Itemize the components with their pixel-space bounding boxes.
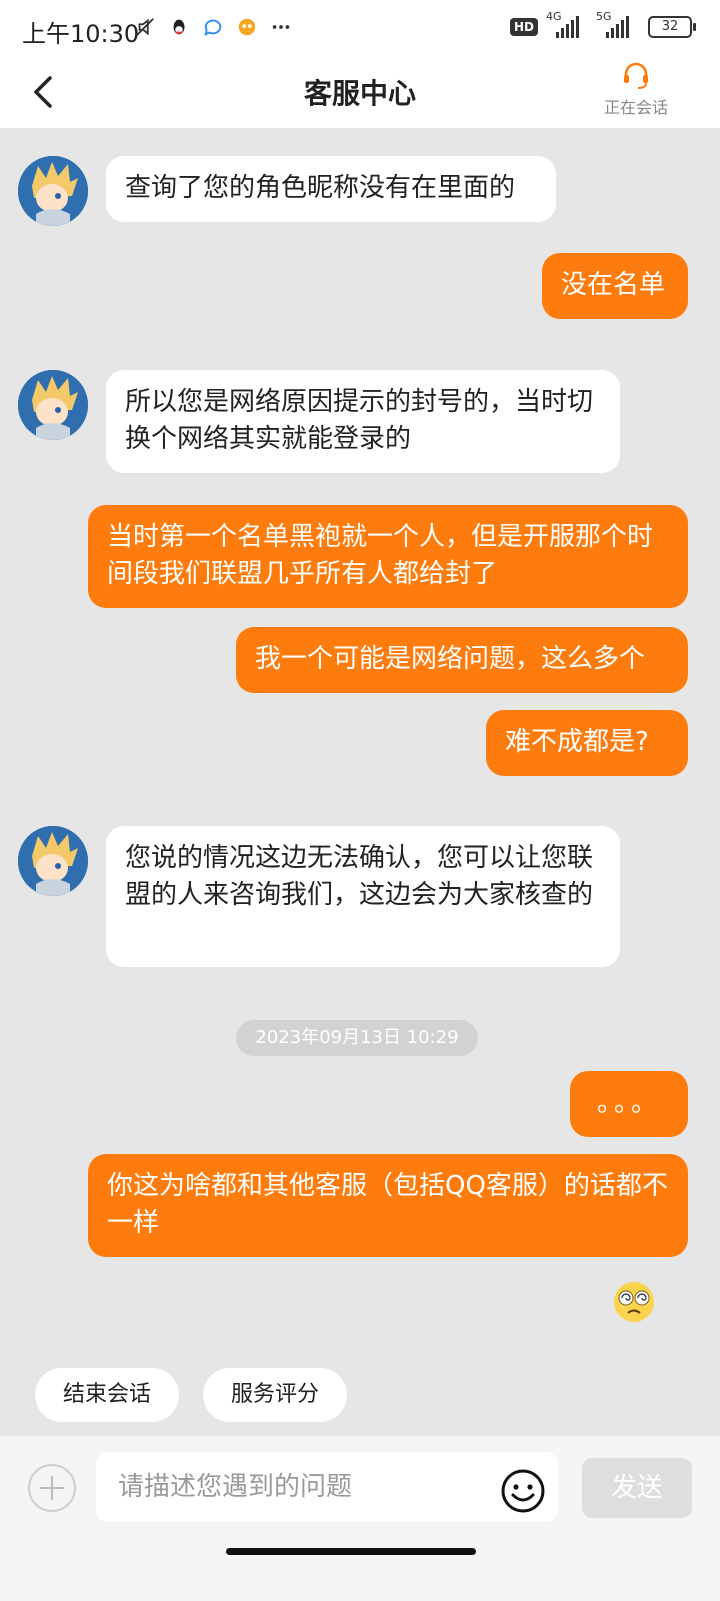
message-text: 没在名单 (561, 270, 666, 300)
user-message: 难不成都是? (486, 710, 688, 776)
user-message: 你这为啥都和其他客服（包括QQ客服）的话都不一样 (88, 1154, 688, 1257)
chat-area[interactable]: 查询了您的角色昵称没有在里面的 没在名单 所以您是网络原因提示的封号的，当时切换… (0, 128, 720, 1468)
agent-avatar[interactable] (18, 826, 88, 896)
agent-message: 查询了您的角色昵称没有在里面的 (106, 156, 556, 222)
input-bar: 请描述您遇到的问题 发送 (0, 1436, 720, 1601)
user-message: 没在名单 (542, 253, 688, 319)
user-message: 当时第一个名单黑袍就一个人，但是开服那个时间段我们联盟几乎所有人都给封了 (88, 505, 688, 608)
chat-app-icon (204, 19, 222, 37)
top-nav-bar: 客服中心 正在会话 (0, 58, 720, 128)
headset-icon (624, 62, 648, 89)
end-session-button[interactable]: 结束会话 (35, 1368, 180, 1422)
message-text: 你这为啥都和其他客服（包括QQ客服）的话都不一样 (107, 1171, 668, 1238)
home-indicator[interactable] (226, 1548, 476, 1555)
message-text: 查询了您的角色昵称没有在里面的 (125, 173, 516, 203)
input-placeholder: 请描述您遇到的问题 (118, 1472, 353, 1502)
message-text: 所以您是网络原因提示的封号的，当时切换个网络其实就能登录的 (125, 387, 594, 454)
message-text: 。。。 (596, 1088, 661, 1118)
emoji-button[interactable] (500, 1468, 546, 1514)
user-message: 。。。 (570, 1071, 688, 1137)
message-text: 您说的情况这边无法确认，您可以让您联盟的人来咨询我们，这边会为大家核查的 (125, 843, 594, 910)
game-app-icon (238, 18, 256, 36)
dizzy-face-emoji-icon (614, 1282, 654, 1322)
more-notifications-icon (272, 25, 290, 29)
network-type-label: 5G (596, 10, 612, 23)
send-button[interactable]: 发送 (582, 1458, 692, 1518)
user-message: 我一个可能是网络问题，这么多个 (236, 627, 688, 693)
service-rating-button[interactable]: 服务评分 (203, 1368, 348, 1422)
message-text: 我一个可能是网络问题，这么多个 (255, 644, 646, 674)
agent-status[interactable]: 正在会话 (596, 62, 676, 118)
quick-actions: 结束会话 服务评分 (35, 1368, 348, 1422)
mute-icon (136, 18, 154, 36)
message-input[interactable]: 请描述您遇到的问题 (96, 1452, 558, 1522)
agent-avatar[interactable] (18, 156, 88, 226)
qq-icon (173, 19, 185, 35)
message-text: 当时第一个名单黑袍就一个人，但是开服那个时间段我们联盟几乎所有人都给封了 (107, 522, 654, 589)
signal-4g-icon: 4G (546, 10, 588, 38)
chat-timestamp: 2023年09月13日 10:29 (236, 1020, 478, 1056)
agent-avatar[interactable] (18, 370, 88, 440)
network-type-label: 4G (546, 10, 562, 23)
signal-5g-icon: 5G (596, 10, 638, 38)
message-text: 难不成都是? (505, 727, 649, 757)
hd-badge: HD (509, 18, 538, 36)
add-attachment-button[interactable] (28, 1464, 76, 1512)
agent-message: 您说的情况这边无法确认，您可以让您联盟的人来咨询我们，这边会为大家核查的 (106, 826, 620, 967)
battery-level: 32 (661, 19, 679, 34)
agent-message: 所以您是网络原因提示的封号的，当时切换个网络其实就能登录的 (106, 370, 620, 473)
agent-status-label: 正在会话 (603, 98, 668, 117)
notification-icons (134, 16, 292, 38)
status-bar: 上午10:30 HD 4G 5G 32 (0, 0, 720, 58)
battery-icon: 32 (648, 16, 696, 38)
status-time: 上午10:30 (22, 20, 140, 48)
status-right: HD 4G 5G 32 (509, 10, 696, 38)
